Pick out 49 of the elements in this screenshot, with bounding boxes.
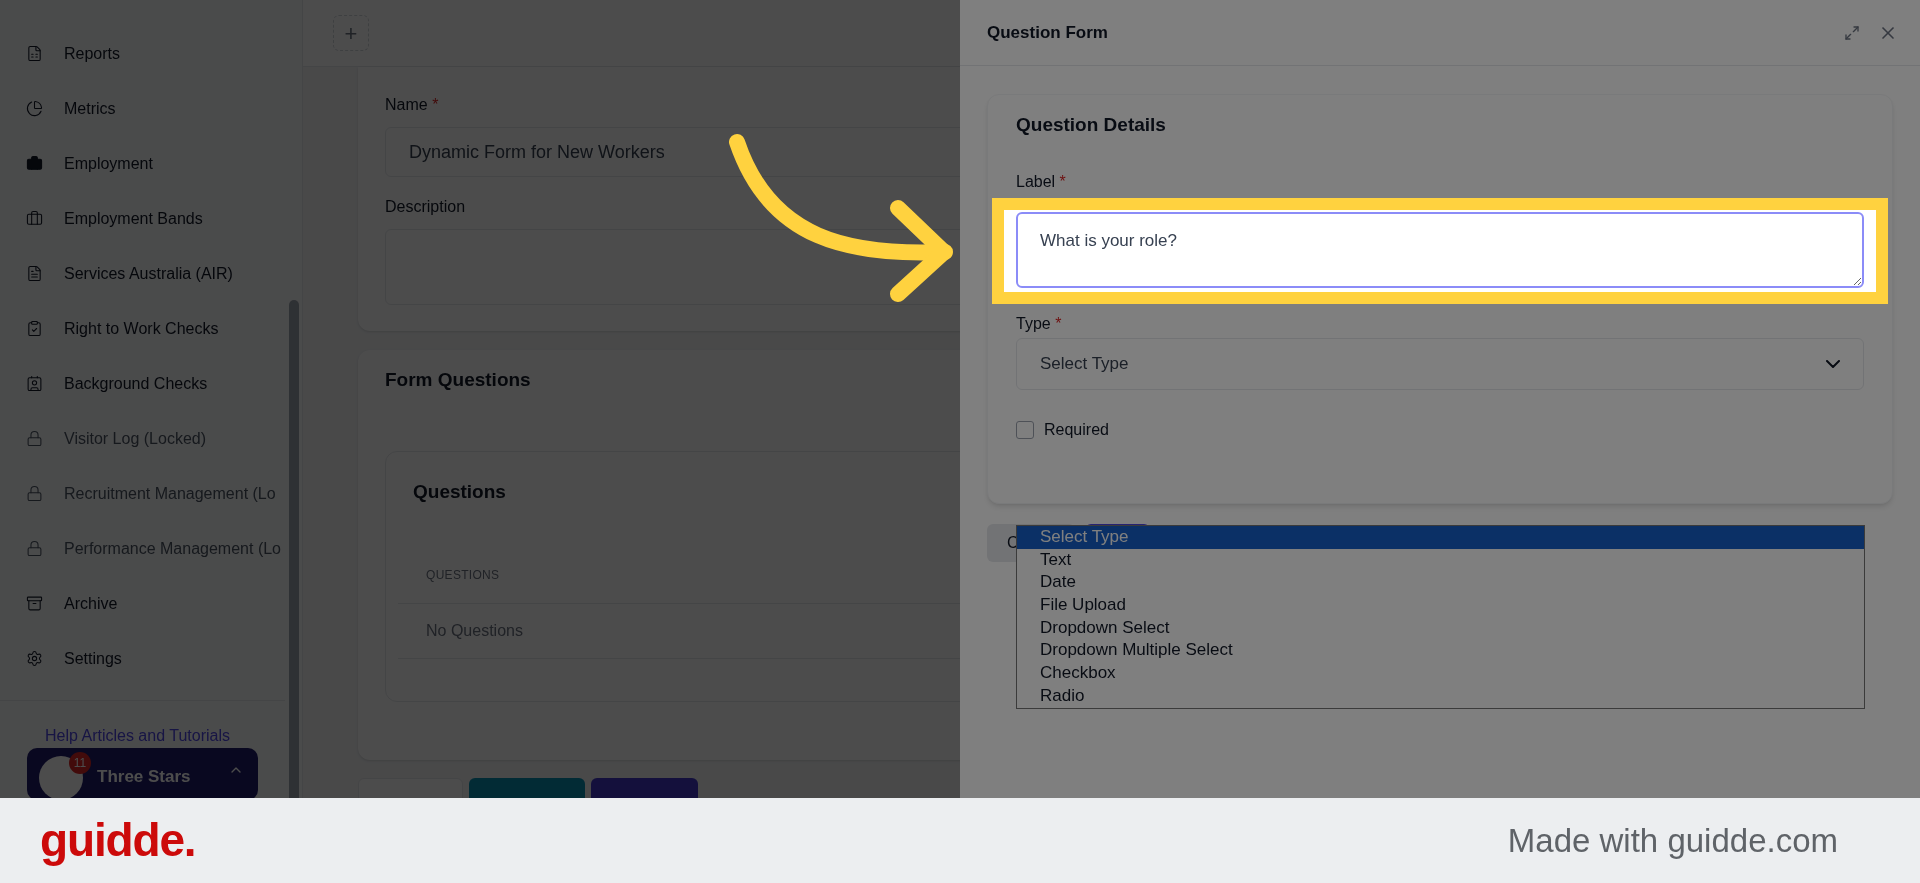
card-title: Questions	[413, 480, 506, 502]
menu-icon	[26, 375, 43, 392]
field-label: Label *	[1016, 172, 1066, 190]
option[interactable]: Date	[1017, 571, 1864, 595]
field-label: Name *	[385, 96, 439, 113]
option[interactable]: Checkbox	[1017, 662, 1864, 685]
checkbox[interactable]	[1016, 420, 1034, 439]
expand-icon[interactable]	[1844, 24, 1860, 41]
sidebar-item[interactable]: Employment	[0, 136, 285, 191]
account-name: Three Stars	[97, 766, 191, 788]
label-field[interactable]: What is your role?	[1016, 211, 1864, 288]
add-button[interactable]: +	[333, 15, 369, 51]
menu-icon	[26, 320, 43, 337]
menu-icon	[26, 210, 43, 227]
option[interactable]: Dropdown Multiple Select	[1017, 639, 1864, 663]
menu-icon	[26, 650, 43, 667]
sidebar-item[interactable]: Employment Bands	[0, 191, 285, 246]
lock-icon	[26, 430, 43, 447]
banner-text: Made with guidde.com	[1507, 820, 1838, 861]
sidebar-item[interactable]: Right to Work Checks	[0, 301, 285, 356]
chevron-down-icon	[1826, 359, 1840, 368]
menu-icon	[26, 155, 43, 172]
menu-icon	[26, 45, 43, 62]
logo: guidde.	[40, 813, 196, 868]
menu-icon	[26, 595, 43, 612]
sidebar-item[interactable]: Settings	[0, 631, 285, 686]
option[interactable]: File Upload	[1017, 594, 1864, 617]
option[interactable]: Text	[1017, 548, 1864, 572]
option[interactable]: Radio	[1017, 684, 1864, 708]
field-label: Description	[385, 198, 466, 215]
checkbox-label: Required	[1044, 419, 1109, 440]
sidebar-item[interactable]: Archive	[0, 576, 285, 631]
notification-badge: 11	[69, 752, 91, 774]
sidebar-item[interactable]: Background Checks	[0, 356, 285, 411]
sidebar-item[interactable]: Services Australia (AIR)	[0, 246, 285, 301]
lock-icon	[26, 540, 43, 557]
menu-icon	[26, 265, 43, 282]
sidebar-item[interactable]: Metrics	[0, 81, 285, 136]
lock-icon	[26, 485, 43, 502]
sidebar-item[interactable]: Reports	[0, 26, 285, 81]
field-label: Type *	[1016, 314, 1062, 332]
option[interactable]: Select Type	[1017, 526, 1864, 549]
menu-icon	[26, 100, 43, 117]
type-select[interactable]: Select Type	[1016, 337, 1864, 390]
account-card[interactable]: 11 Three Stars	[27, 748, 258, 798]
option[interactable]: Dropdown Select	[1017, 616, 1864, 640]
section-title: Form Questions	[385, 369, 531, 390]
drawer-title: Question Form	[987, 21, 1108, 44]
card-title: Question Details	[1016, 114, 1166, 135]
